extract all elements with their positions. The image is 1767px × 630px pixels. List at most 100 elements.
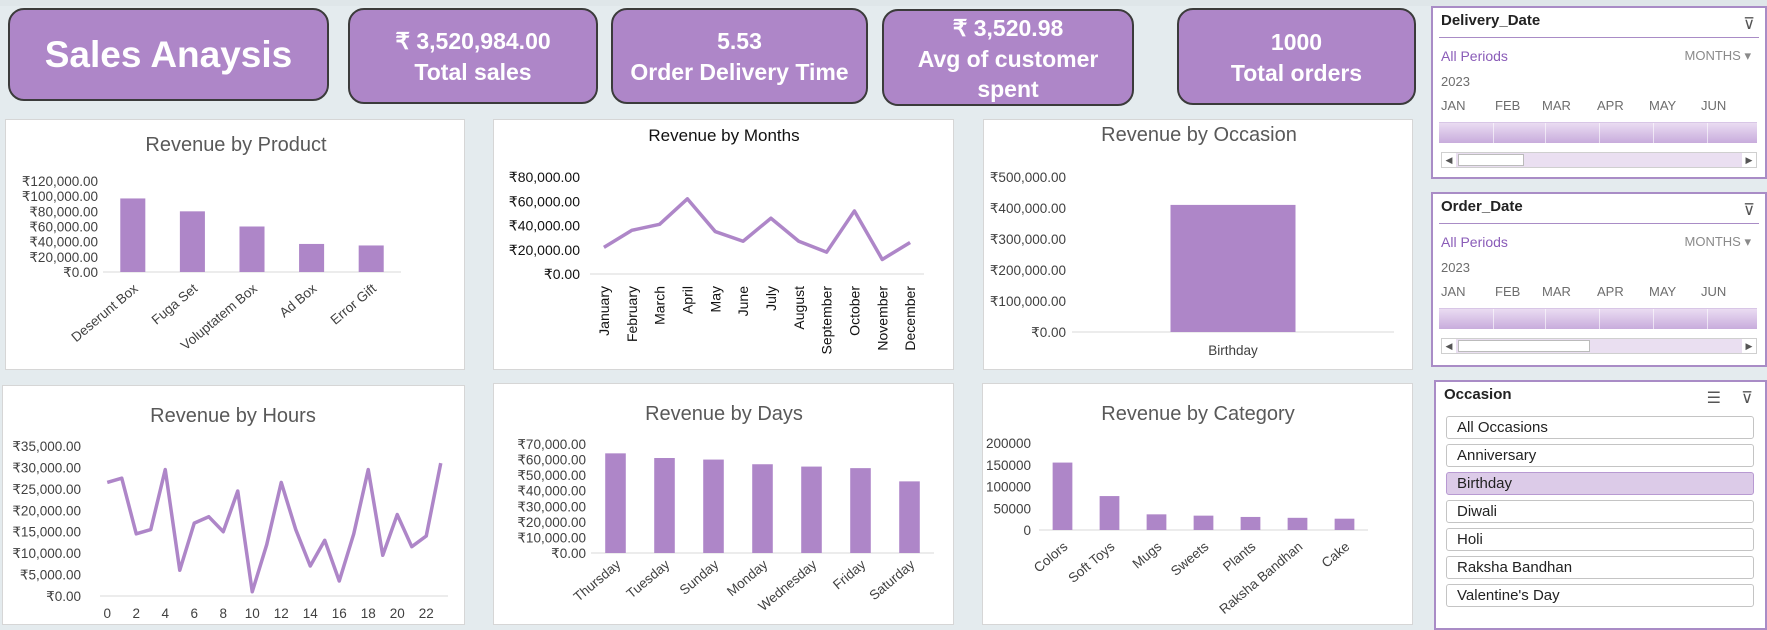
x-tick-label: Ad Box (277, 281, 320, 321)
occasion-item[interactable]: Anniversary (1446, 444, 1754, 467)
y-tick-label: ₹500,000.00 (990, 170, 1066, 185)
occasion-slicer-title: Occasion (1444, 386, 1512, 403)
chart-revenue-by-months[interactable]: Revenue by Months ₹0.00 ₹20,000.00 ₹40,000.… (493, 119, 954, 370)
timeline-month: JUN (1701, 284, 1727, 299)
series-line (603, 197, 911, 262)
scroll-left-icon[interactable]: ◀ (1442, 339, 1456, 353)
chart-revenue-by-product[interactable]: Revenue by Product ₹0.00 ₹20,000.00 ₹40,000… (5, 119, 465, 370)
x-tick-label: October (846, 286, 862, 336)
scroll-right-icon[interactable]: ▶ (1742, 153, 1756, 167)
y-tick-label: ₹60,000.00 (29, 220, 98, 235)
y-tick-label: 0 (1023, 523, 1031, 538)
scroll-thumb[interactable] (1458, 154, 1524, 166)
chevron-down-icon: ▾ (1744, 48, 1751, 63)
chart-revenue-by-category[interactable]: Revenue by Category 0 50000 100000 150000 200… (982, 383, 1413, 625)
clear-filter-icon[interactable]: ⊽ (1743, 14, 1755, 34)
y-tick-label: ₹30,000.00 (12, 460, 81, 475)
bar (1170, 204, 1296, 332)
y-tick-label: ₹20,000.00 (509, 242, 580, 258)
y-tick-label: ₹200,000.00 (990, 263, 1066, 278)
clear-filter-icon[interactable]: ⊽ (1743, 200, 1755, 220)
bar (179, 211, 205, 272)
x-tick-label: April (679, 286, 695, 314)
y-tick-label: ₹10,000.00 (12, 546, 81, 561)
scroll-thumb[interactable] (1458, 340, 1590, 352)
multi-select-icon[interactable]: ☰ (1707, 388, 1721, 408)
bar (899, 481, 920, 553)
timeline-scrollbar[interactable]: ◀ ▶ (1441, 152, 1757, 168)
avg-spent-value: ₹ 3,520.98 (952, 14, 1064, 41)
y-tick-label: ₹60,000.00 (517, 453, 586, 468)
occasion-item[interactable]: Valentine's Day (1446, 584, 1754, 607)
delivery-date-slicer[interactable]: Delivery_Date ⊽ All Periods MONTHS ▾ 202… (1431, 6, 1767, 179)
y-tick-label: ₹0.00 (46, 589, 81, 604)
time-level-dropdown[interactable]: MONTHS ▾ (1685, 48, 1752, 64)
x-tick-label: November (874, 286, 890, 351)
clear-filter-icon[interactable]: ⊽ (1741, 388, 1753, 408)
avg-spent-card: ₹ 3,520.98 Avg of customer spent (882, 9, 1134, 106)
chart-revenue-by-occasion[interactable]: Revenue by Occasion ₹0.00 ₹100,000.00 ₹200,… (983, 119, 1413, 370)
scroll-left-icon[interactable]: ◀ (1442, 153, 1456, 167)
occasion-item[interactable]: Raksha Bandhan (1446, 556, 1754, 579)
x-tick-label: 10 (245, 606, 260, 621)
timeline-month: APR (1597, 98, 1624, 113)
chart-title: Revenue by Months (648, 126, 799, 145)
x-tick-label: December (902, 286, 918, 351)
bar (654, 458, 675, 553)
timeline-scrollbar[interactable]: ◀ ▶ (1441, 338, 1757, 354)
timeline-selection-bar[interactable] (1439, 122, 1757, 143)
bar (1287, 517, 1308, 530)
x-tick-label: Colors (1031, 539, 1071, 576)
time-level-dropdown[interactable]: MONTHS ▾ (1685, 234, 1752, 250)
x-tick-label: Error Gift (328, 281, 380, 328)
bar (1193, 515, 1214, 530)
occasion-item[interactable]: Birthday (1446, 472, 1754, 495)
x-tick-label: June (735, 286, 751, 317)
occasion-item[interactable]: Holi (1446, 528, 1754, 551)
chart-revenue-by-hours[interactable]: Revenue by Hours ₹0.00 ₹5,000.00 ₹10,000.00… (2, 385, 465, 625)
time-level-label: MONTHS (1684, 234, 1741, 249)
all-periods-link[interactable]: All Periods (1441, 48, 1508, 64)
delivery-time-value: 5.53 (717, 28, 762, 54)
x-tick-label: Saturday (866, 557, 917, 603)
y-tick-label: 150000 (986, 458, 1031, 473)
total-sales-card: ₹ 3,520,984.00 Total sales (348, 8, 598, 104)
chart-title: Revenue by Category (1101, 403, 1294, 425)
x-tick-label: August (791, 286, 807, 330)
y-tick-label: ₹15,000.00 (12, 525, 81, 540)
y-tick-label: ₹50,000.00 (517, 468, 586, 483)
y-tick-label: ₹100,000.00 (990, 294, 1066, 309)
y-tick-label: ₹35,000.00 (12, 439, 81, 454)
y-tick-label: ₹25,000.00 (12, 482, 81, 497)
scroll-right-icon[interactable]: ▶ (1742, 339, 1756, 353)
y-tick-label: 50000 (993, 501, 1031, 516)
chevron-down-icon: ▾ (1744, 234, 1751, 249)
x-tick-label: July (763, 286, 779, 311)
y-tick-label: ₹80,000.00 (29, 204, 98, 219)
x-tick-label: February (624, 286, 640, 342)
y-tick-label: ₹0.00 (551, 546, 586, 561)
y-tick-label: ₹20,000.00 (517, 515, 586, 530)
y-tick-label: ₹10,000.00 (517, 530, 586, 545)
order-date-slicer[interactable]: Order_Date ⊽ All Periods MONTHS ▾ 2023 J… (1431, 192, 1767, 367)
x-tick-label: Deserunt Box (68, 281, 140, 345)
occasion-slicer[interactable]: Occasion ☰ ⊽ All Occasions Anniversary Bir… (1434, 380, 1767, 630)
bar (120, 198, 146, 272)
x-tick-label: Thursday (571, 557, 624, 605)
bar (703, 459, 724, 553)
timeline-selection-bar[interactable] (1439, 308, 1757, 329)
timeline-month: MAY (1649, 98, 1677, 113)
all-periods-link[interactable]: All Periods (1441, 234, 1508, 250)
x-tick-label: 2 (132, 606, 140, 621)
timeline-month: JAN (1441, 284, 1466, 299)
timeline-month: MAR (1542, 98, 1571, 113)
occasion-item[interactable]: Diwali (1446, 500, 1754, 523)
chart-revenue-by-days[interactable]: Revenue by Days ₹0.00 ₹10,000.00 ₹20,000.00… (493, 383, 954, 625)
bar (358, 245, 384, 272)
chart-title: Revenue by Occasion (1101, 124, 1297, 146)
y-tick-label: 100000 (986, 480, 1031, 495)
timeline-month: MAR (1542, 284, 1571, 299)
x-tick-label: 22 (419, 606, 434, 621)
x-tick-label: March (652, 286, 668, 325)
occasion-item[interactable]: All Occasions (1446, 416, 1754, 439)
